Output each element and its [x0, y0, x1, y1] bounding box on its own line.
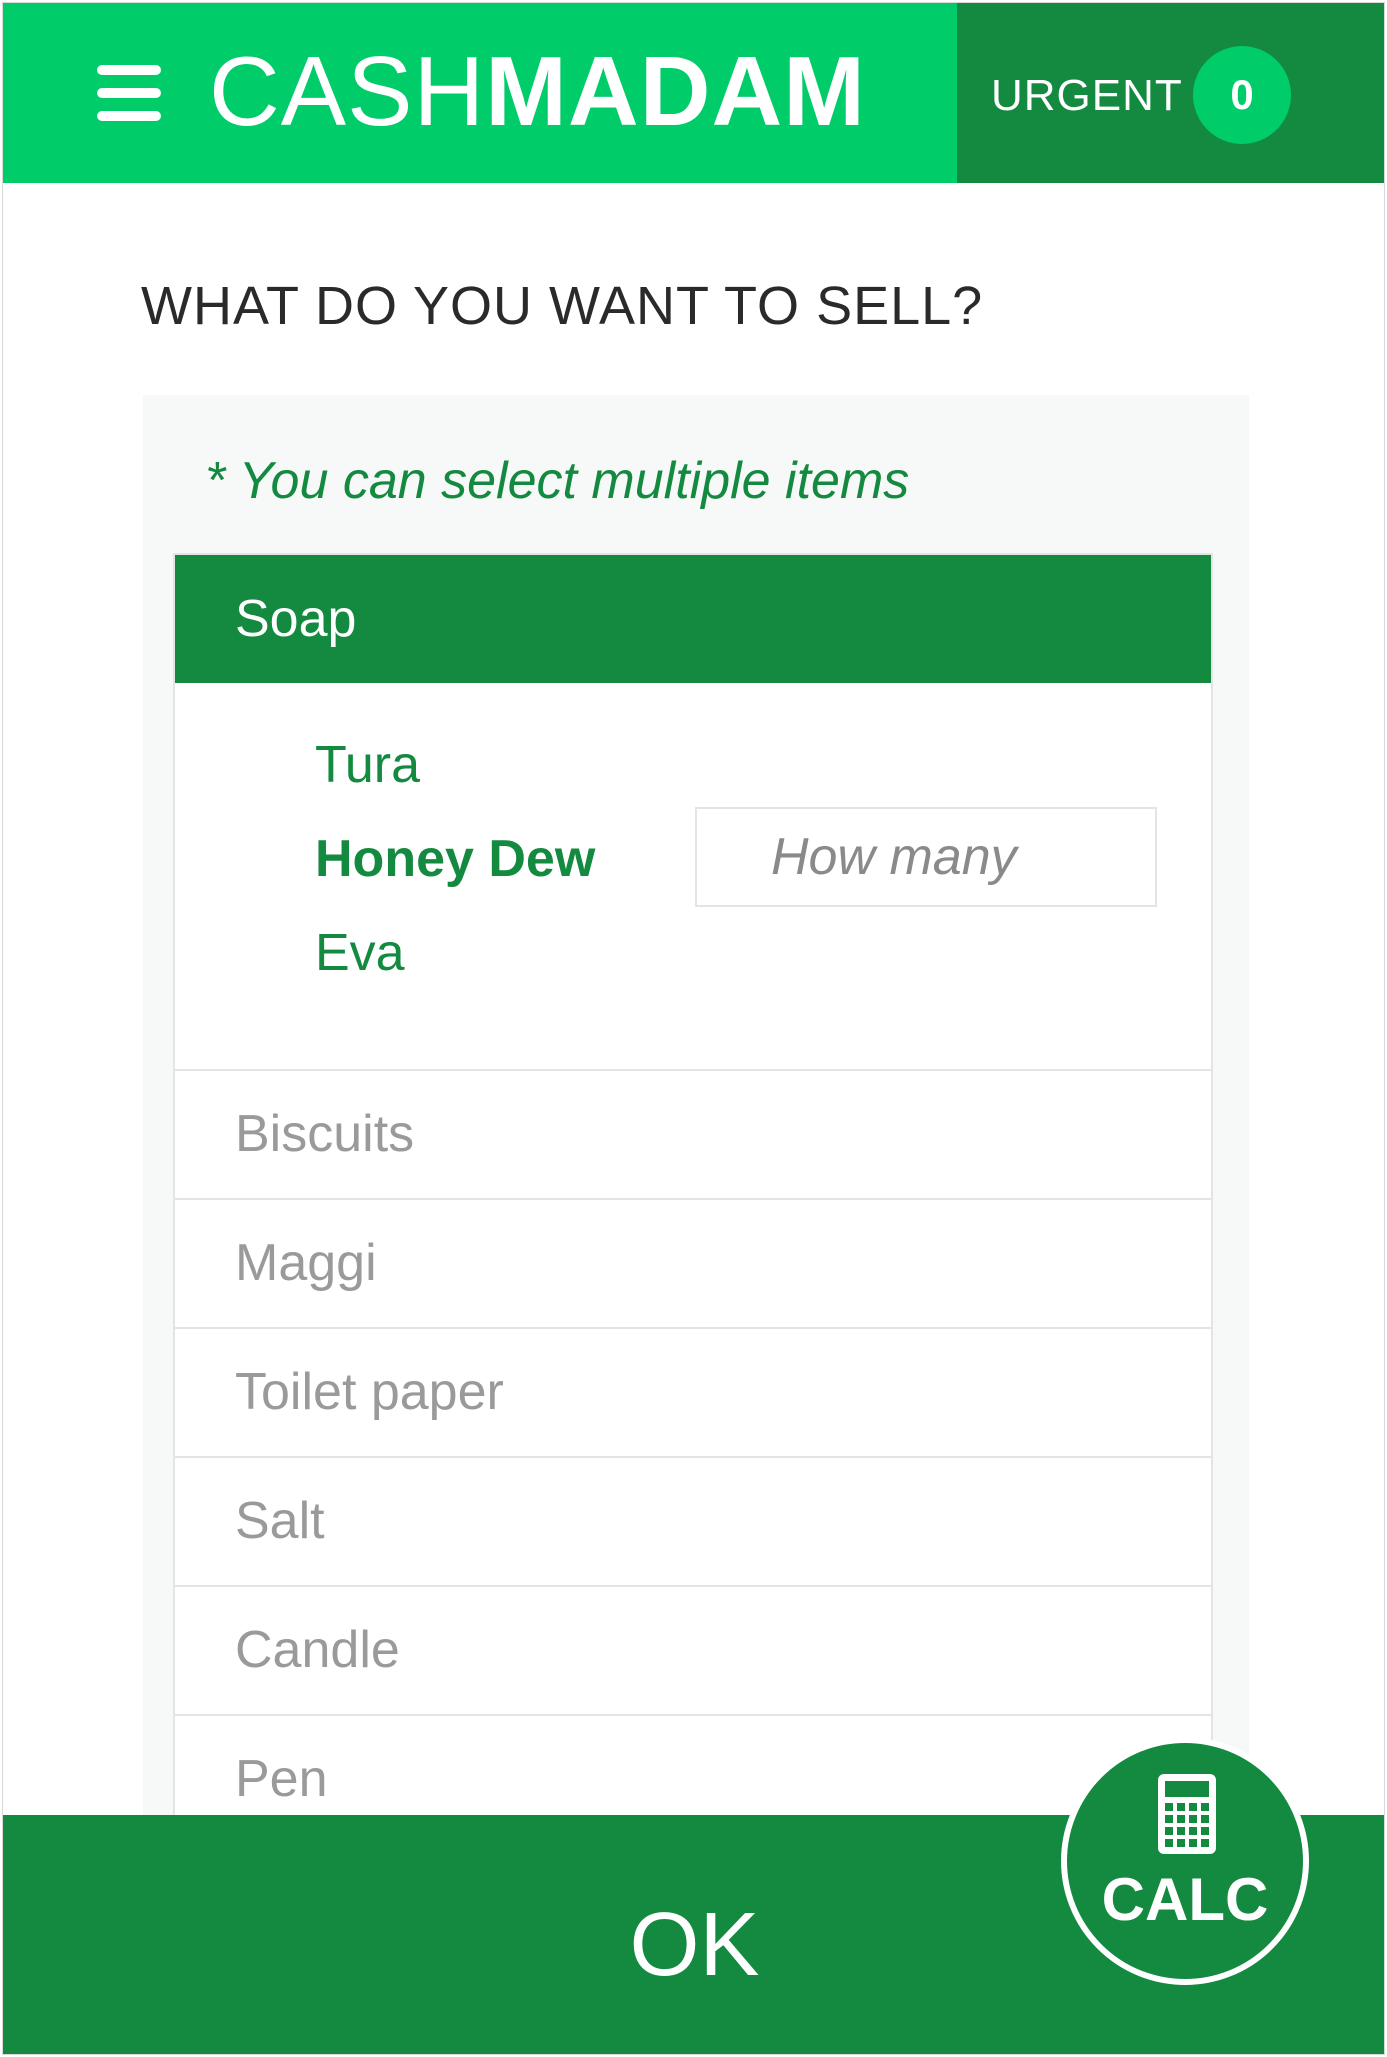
urgent-label: URGENT [991, 71, 1183, 120]
category-soap[interactable]: Soap [175, 555, 1211, 683]
selection-panel: * You can select multiple items Soap Tur… [143, 395, 1249, 1847]
calc-button[interactable]: CALC [1061, 1737, 1309, 1985]
page-title: WHAT DO YOU WANT TO SELL? [141, 276, 984, 336]
category-salt[interactable]: Salt [175, 1458, 1211, 1587]
urgent-count-badge: 0 [1193, 46, 1291, 144]
app-header: CASHMADAM URGENT 0 [3, 3, 1384, 183]
category-biscuits[interactable]: Biscuits [175, 1071, 1211, 1200]
app-logo: CASHMADAM [209, 41, 866, 141]
calc-button-label: CALC [1101, 1866, 1269, 1933]
subitem-honey-dew[interactable]: Honey Dew [315, 829, 595, 889]
app-frame: CASHMADAM URGENT 0 WHAT DO YOU WANT TO S… [2, 2, 1385, 2055]
category-maggi[interactable]: Maggi [175, 1200, 1211, 1329]
category-list: Soap Tura Honey Dew Eva Biscuits Maggi T… [173, 553, 1213, 1847]
header-brand-bar: CASHMADAM [3, 3, 957, 183]
logo-light-text: CASH [209, 36, 486, 146]
logo-bold-text: MADAM [485, 36, 866, 146]
subitem-eva[interactable]: Eva [315, 923, 405, 983]
category-candle[interactable]: Candle [175, 1587, 1211, 1716]
category-toilet-paper[interactable]: Toilet paper [175, 1329, 1211, 1458]
soap-subitems: Tura Honey Dew Eva [175, 683, 1211, 1071]
hamburger-menu-icon[interactable] [97, 65, 161, 121]
calculator-icon [1158, 1774, 1216, 1854]
quantity-input[interactable] [695, 807, 1157, 907]
urgent-section[interactable]: URGENT 0 [957, 3, 1384, 183]
subitem-tura[interactable]: Tura [315, 735, 420, 795]
multi-select-hint: * You can select multiple items [205, 452, 910, 510]
